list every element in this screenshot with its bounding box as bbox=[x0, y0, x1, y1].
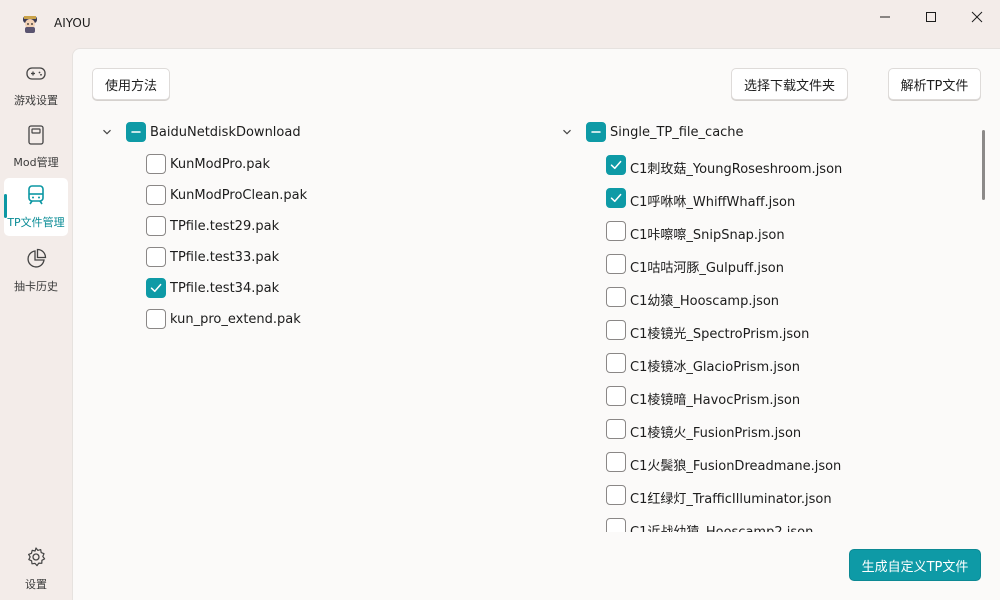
tree-item-label: C1呼咻咻_WhiffWhaff.json bbox=[630, 195, 796, 210]
tree-item-row[interactable]: C1呼咻咻_WhiffWhaff.json bbox=[552, 182, 972, 215]
checkbox[interactable] bbox=[606, 353, 626, 373]
gamepad-icon bbox=[25, 62, 47, 84]
app-title: AIYOU bbox=[54, 16, 91, 30]
tree-item-row[interactable]: C1近战幼猿_Hooscamp2.json bbox=[552, 512, 972, 532]
usage-button[interactable]: 使用方法 bbox=[92, 68, 170, 100]
maximize-button[interactable] bbox=[908, 0, 954, 34]
sidebar-item-label: 设置 bbox=[25, 578, 47, 591]
tree-item-row[interactable]: C1幼猿_Hooscamp.json bbox=[552, 281, 972, 314]
tree-item-row[interactable]: kun_pro_extend.pak bbox=[92, 303, 532, 336]
tree-item-label: C1咕咕河豚_Gulpuff.json bbox=[630, 261, 784, 276]
sidebar-item-label: Mod管理 bbox=[13, 156, 59, 169]
title-bar: AIYOU bbox=[0, 0, 1000, 48]
scrollbar-thumb[interactable] bbox=[982, 130, 985, 200]
tree-item-row[interactable]: TPfile.test34.pak bbox=[92, 272, 532, 305]
tree-item-label: C1咔嚓嚓_SnipSnap.json bbox=[630, 228, 785, 243]
checkbox[interactable] bbox=[146, 216, 166, 236]
checkbox[interactable] bbox=[606, 485, 626, 505]
tree-item-row[interactable]: TPfile.test29.pak bbox=[92, 210, 532, 243]
minimize-button[interactable] bbox=[862, 0, 908, 34]
tree-item-row[interactable]: C1咔嚓嚓_SnipSnap.json bbox=[552, 215, 972, 248]
chevron-down-icon[interactable] bbox=[560, 125, 574, 139]
tree-item-label: TPfile.test33.pak bbox=[170, 250, 280, 265]
tree-item-row[interactable]: C1咕咕河豚_Gulpuff.json bbox=[552, 248, 972, 281]
close-button[interactable] bbox=[954, 0, 1000, 34]
checkbox[interactable] bbox=[606, 518, 626, 532]
checkbox[interactable] bbox=[606, 287, 626, 307]
checked-checkbox[interactable] bbox=[146, 278, 166, 298]
tree-item-label: KunModPro.pak bbox=[170, 157, 271, 172]
tree-root-row[interactable]: Single_TP_file_cache bbox=[552, 116, 972, 149]
tree-item-row[interactable]: C1棱镜火_FusionPrism.json bbox=[552, 413, 972, 446]
tree-root-row[interactable]: BaiduNetdiskDownload bbox=[92, 116, 532, 149]
tree-item-row[interactable]: C1棱镜光_SpectroPrism.json bbox=[552, 314, 972, 347]
train-icon bbox=[25, 184, 47, 206]
tree-item-row[interactable]: KunModProClean.pak bbox=[92, 179, 532, 212]
checkbox[interactable] bbox=[606, 386, 626, 406]
tree-item-label: C1棱镜火_FusionPrism.json bbox=[630, 426, 802, 441]
tree-item-label: C1近战幼猿_Hooscamp2.json bbox=[630, 521, 813, 532]
gear-icon bbox=[25, 546, 47, 568]
sidebar-item-settings[interactable]: 设置 bbox=[4, 540, 68, 598]
parse-tp-file-button[interactable]: 解析TP文件 bbox=[888, 68, 981, 100]
tree-item-label: C1红绿灯_TrafficIlluminator.json bbox=[630, 492, 832, 507]
generate-custom-tp-file-button[interactable]: 生成自定义TP文件 bbox=[849, 549, 981, 581]
tree-item-label: C1棱镜光_SpectroPrism.json bbox=[630, 327, 810, 342]
pie-chart-icon bbox=[25, 248, 47, 270]
select-download-folder-button[interactable]: 选择下载文件夹 bbox=[731, 68, 848, 100]
tree-item-row[interactable]: C1刺玫菇_YoungRoseshroom.json bbox=[552, 149, 972, 182]
sidebar: 游戏设置 Mod管理 TP文件管理 抽卡历史 设置 bbox=[0, 48, 72, 600]
download-folder-tree: BaiduNetdiskDownload KunModPro.pak KunModP… bbox=[92, 116, 532, 532]
sidebar-item-label: TP文件管理 bbox=[7, 216, 65, 229]
checkbox[interactable] bbox=[606, 221, 626, 241]
checkbox[interactable] bbox=[606, 419, 626, 439]
tree-item-row[interactable]: TPfile.test33.pak bbox=[92, 241, 532, 274]
checkbox[interactable] bbox=[146, 247, 166, 267]
sidebar-item-mod-management[interactable]: Mod管理 bbox=[4, 118, 68, 176]
tree-item-label: C1刺玫菇_YoungRoseshroom.json bbox=[630, 162, 843, 177]
file-icon bbox=[25, 124, 47, 146]
tree-item-row[interactable]: C1红绿灯_TrafficIlluminator.json bbox=[552, 479, 972, 512]
sidebar-item-gacha-history[interactable]: 抽卡历史 bbox=[4, 242, 68, 300]
tree-item-label: C1幼猿_Hooscamp.json bbox=[630, 294, 780, 309]
tree-item-label: C1棱镜冰_GlacioPrism.json bbox=[630, 360, 800, 375]
checkbox[interactable] bbox=[146, 185, 166, 205]
tree-root-label: Single_TP_file_cache bbox=[610, 125, 744, 140]
tree-item-row[interactable]: C1棱镜暗_HavocPrism.json bbox=[552, 380, 972, 413]
checked-checkbox[interactable] bbox=[606, 155, 626, 175]
checkbox[interactable] bbox=[146, 154, 166, 174]
tree-item-label: KunModProClean.pak bbox=[170, 188, 308, 203]
app-logo-icon bbox=[20, 14, 40, 34]
tree-root-label: BaiduNetdiskDownload bbox=[150, 125, 301, 140]
tree-item-label: TPfile.test34.pak bbox=[170, 281, 280, 296]
checkbox[interactable] bbox=[606, 254, 626, 274]
checkbox[interactable] bbox=[606, 320, 626, 340]
sidebar-item-label: 抽卡历史 bbox=[14, 280, 58, 293]
checked-checkbox[interactable] bbox=[606, 188, 626, 208]
partial-checkbox[interactable] bbox=[126, 122, 146, 142]
tree-item-row[interactable]: C1棱镜冰_GlacioPrism.json bbox=[552, 347, 972, 380]
tree-item-row[interactable]: C1火鬓狼_FusionDreadmane.json bbox=[552, 446, 972, 479]
tree-item-row[interactable]: KunModPro.pak bbox=[92, 148, 532, 181]
tree-item-label: TPfile.test29.pak bbox=[170, 219, 280, 234]
sidebar-item-label: 游戏设置 bbox=[14, 94, 58, 107]
chevron-down-icon[interactable] bbox=[100, 125, 114, 139]
checkbox[interactable] bbox=[146, 309, 166, 329]
tree-item-label: kun_pro_extend.pak bbox=[170, 312, 301, 327]
tree-item-label: C1火鬓狼_FusionDreadmane.json bbox=[630, 459, 842, 474]
tp-cache-tree: Single_TP_file_cache C1刺玫菇_YoungRoseshroo… bbox=[552, 116, 972, 532]
tree-item-label: C1棱镜暗_HavocPrism.json bbox=[630, 393, 801, 408]
checkbox[interactable] bbox=[606, 452, 626, 472]
sidebar-item-game-settings[interactable]: 游戏设置 bbox=[4, 56, 68, 114]
sidebar-item-tp-file-management[interactable]: TP文件管理 bbox=[4, 178, 68, 236]
partial-checkbox[interactable] bbox=[586, 122, 606, 142]
